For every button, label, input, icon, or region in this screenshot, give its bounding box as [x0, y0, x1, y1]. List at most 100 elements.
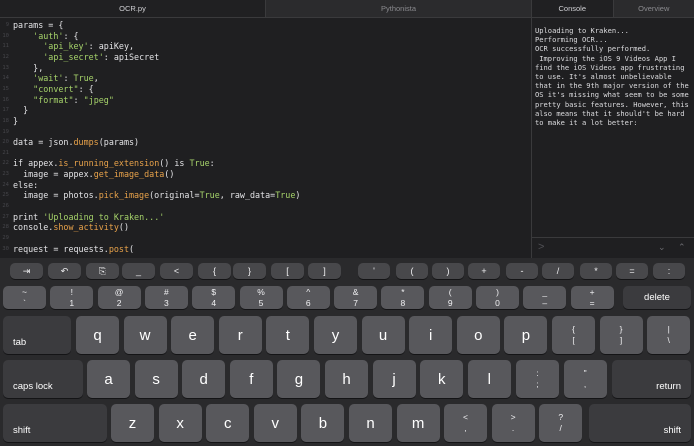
accessory-key[interactable]: =	[616, 263, 648, 279]
number-key[interactable]: + =	[570, 286, 614, 309]
number-key[interactable]: ! 1	[50, 286, 94, 309]
symbol-key[interactable]: {[	[552, 316, 595, 354]
accessory-key[interactable]: <	[160, 263, 193, 279]
number-key[interactable]: * 8	[381, 286, 425, 309]
letter-key-o[interactable]: o	[456, 316, 500, 354]
letter-key-n[interactable]: n	[349, 404, 392, 442]
letter-key-l[interactable]: l	[467, 360, 511, 398]
code-line[interactable]: 23 image = appex.get_image_data()	[0, 169, 531, 180]
code-line[interactable]: 21	[0, 148, 531, 159]
accessory-key[interactable]: _	[122, 263, 155, 279]
caps-lock-key[interactable]: caps lock	[3, 360, 83, 398]
code-line[interactable]: 25 image = photos.pick_image(original=Tr…	[0, 190, 531, 201]
shift-left-key[interactable]: shift	[3, 404, 107, 442]
tab-overview[interactable]: Overview	[614, 0, 694, 17]
accessory-key[interactable]: ⎘	[86, 263, 119, 279]
delete-key[interactable]: delete	[623, 286, 691, 309]
code-line[interactable]: 18}	[0, 116, 531, 127]
accessory-key[interactable]: {	[198, 263, 231, 279]
number-key[interactable]: #3	[144, 286, 188, 309]
history-up-icon[interactable]: ⌃	[678, 242, 686, 253]
code-line[interactable]: 11 'api_key': apiKey,	[0, 41, 531, 52]
letter-key-t[interactable]: t	[266, 316, 310, 354]
letter-key-a[interactable]: a	[87, 360, 130, 398]
code-line[interactable]: 22 if appex.is_running_extension() is Tru…	[0, 158, 531, 169]
code-line[interactable]: 27 print 'Uploading to Kraken...'	[0, 212, 531, 223]
letter-key-j[interactable]: j	[372, 360, 416, 398]
accessory-key[interactable]: ⇥	[10, 263, 43, 279]
letter-key-w[interactable]: w	[123, 316, 167, 354]
tab-ocr-py[interactable]: OCR.py	[0, 0, 266, 17]
letter-key-v[interactable]: v	[253, 404, 297, 442]
code-line[interactable]: 16 "format": "jpeg"	[0, 95, 531, 106]
code-line[interactable]: 26	[0, 201, 531, 212]
symbol-key[interactable]: | \	[647, 316, 691, 354]
accessory-key[interactable]: +	[468, 263, 500, 279]
accessory-key[interactable]: /	[542, 263, 574, 279]
console-input-bar[interactable]: > ⌄ ⌃	[532, 237, 694, 258]
code-line[interactable]: 24 else:	[0, 180, 531, 191]
history-down-icon[interactable]: ⌄	[658, 242, 666, 253]
code-line[interactable]: 13 },	[0, 63, 531, 74]
accessory-key[interactable]: [	[271, 263, 304, 279]
accessory-key[interactable]: }	[233, 263, 266, 279]
code-line[interactable]: 29	[0, 233, 531, 244]
tab-pythonista[interactable]: Pythonista	[266, 0, 531, 17]
accessory-key[interactable]: -	[506, 263, 538, 279]
code-line[interactable]: 19	[0, 127, 531, 138]
letter-key-m[interactable]: m	[396, 404, 440, 442]
tab-console[interactable]: Console	[532, 0, 614, 17]
number-key[interactable]: ^ 6	[286, 286, 330, 309]
return-key[interactable]: return	[612, 360, 691, 398]
number-key[interactable]: & 7	[334, 286, 378, 309]
letter-key-e[interactable]: e	[171, 316, 215, 354]
accessory-key[interactable]: ↶	[48, 263, 81, 279]
tab-key[interactable]: tab	[3, 316, 71, 354]
number-key[interactable]: ~ `	[3, 286, 46, 309]
code-line[interactable]: 12 'api_secret': apiSecret	[0, 52, 531, 63]
code-line[interactable]: 10 'auth': {	[0, 31, 531, 42]
symbol-key[interactable]: }]	[599, 316, 643, 354]
code-line[interactable]: 9 params = {	[0, 20, 531, 31]
number-key[interactable]: @2	[97, 286, 141, 309]
symbol-key[interactable]: <,	[444, 404, 487, 442]
code-line[interactable]: 15 "convert": {	[0, 84, 531, 95]
letter-key-q[interactable]: q	[76, 316, 119, 354]
code-editor[interactable]: 9 params = {10 'auth': {11 'api_key': api…	[0, 18, 531, 258]
code-line[interactable]: 30 request = requests.post(	[0, 244, 531, 255]
letter-key-s[interactable]: s	[134, 360, 178, 398]
letter-key-z[interactable]: z	[111, 404, 154, 442]
letter-key-g[interactable]: g	[277, 360, 321, 398]
number-key[interactable]: % 5	[239, 286, 283, 309]
letter-key-u[interactable]: u	[361, 316, 405, 354]
symbol-key[interactable]: ? /	[539, 404, 583, 442]
symbol-key[interactable]: ",	[563, 360, 607, 398]
letter-key-i[interactable]: i	[409, 316, 453, 354]
letter-key-y[interactable]: y	[314, 316, 357, 354]
code-line[interactable]: 14 'wait': True,	[0, 73, 531, 84]
number-key[interactable]: _ –	[523, 286, 567, 309]
accessory-key[interactable]: ]	[308, 263, 341, 279]
accessory-key[interactable]: )	[432, 263, 464, 279]
letter-key-c[interactable]: c	[206, 404, 250, 442]
accessory-key[interactable]: :	[653, 263, 685, 279]
code-line[interactable]: 17 }	[0, 105, 531, 116]
code-line[interactable]: 28 console.show_activity()	[0, 222, 531, 233]
letter-key-h[interactable]: h	[325, 360, 368, 398]
letter-key-b[interactable]: b	[301, 404, 345, 442]
shift-right-key[interactable]: shift	[589, 404, 691, 442]
accessory-key[interactable]: *	[580, 263, 612, 279]
letter-key-k[interactable]: k	[420, 360, 464, 398]
letter-key-r[interactable]: r	[218, 316, 262, 354]
number-key[interactable]: (9	[428, 286, 472, 309]
number-key[interactable]: ) 0	[476, 286, 519, 309]
symbol-key[interactable]: >.	[491, 404, 535, 442]
symbol-key[interactable]: :;	[516, 360, 559, 398]
letter-key-d[interactable]: d	[182, 360, 226, 398]
letter-key-p[interactable]: p	[504, 316, 548, 354]
accessory-key[interactable]: '	[358, 263, 390, 279]
letter-key-x[interactable]: x	[158, 404, 202, 442]
code-line[interactable]: 20 data = json.dumps(params)	[0, 137, 531, 148]
number-key[interactable]: $4	[192, 286, 236, 309]
accessory-key[interactable]: (	[396, 263, 428, 279]
